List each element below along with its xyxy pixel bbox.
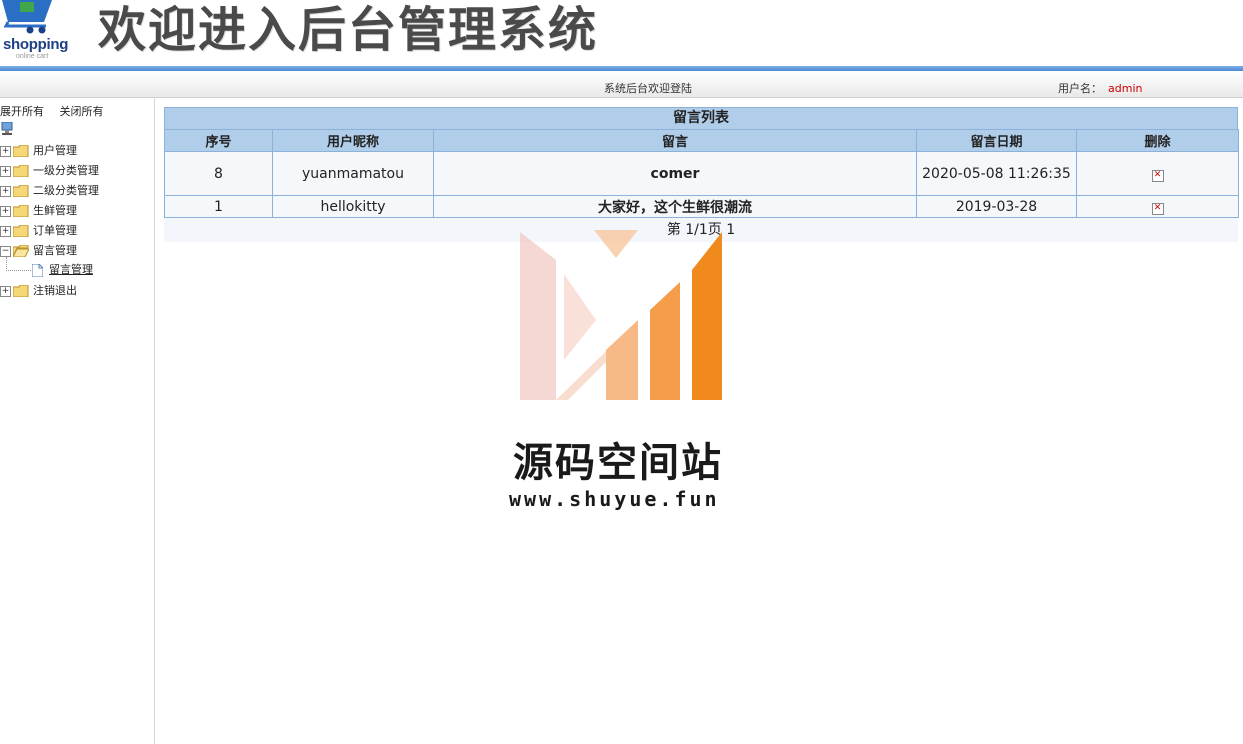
sidebar-item-label[interactable]: 用户管理: [33, 144, 77, 157]
close-all-link[interactable]: 关闭所有: [60, 105, 104, 118]
sidebar-item-logout[interactable]: + 注销退出: [0, 282, 77, 300]
expand-icon[interactable]: +: [0, 145, 11, 157]
tree-controls: 展开所有 关闭所有: [0, 103, 116, 119]
row-date: 2019-03-28: [916, 195, 1077, 218]
folder-icon: [13, 145, 29, 157]
folder-icon: [13, 285, 29, 297]
delete-icon[interactable]: ✕: [1151, 170, 1164, 182]
welcome-text: 系统后台欢迎登陆: [604, 82, 692, 95]
table-row: 8 yuanmamatou comer 2020-05-08 11:26:35 …: [164, 151, 1239, 196]
user-info: 用户名： admin: [1058, 80, 1142, 96]
site-title: 欢迎进入后台管理系统: [98, 2, 599, 58]
expand-all-link[interactable]: 展开所有: [0, 105, 44, 118]
column-header-delete: 删除: [1076, 129, 1239, 152]
column-header-message: 留言: [433, 129, 917, 152]
computer-icon: [1, 122, 13, 135]
row-message: comer: [433, 151, 917, 196]
message-table: 序号 用户昵称 留言 留言日期 删除 8 yuanmamatou comer 2…: [164, 129, 1239, 218]
folder-icon: [13, 205, 29, 217]
sidebar-item-secondary-category[interactable]: + 二级分类管理: [0, 182, 99, 200]
sidebar-item-users[interactable]: + 用户管理: [0, 142, 77, 160]
sidebar-item-label[interactable]: 生鲜管理: [33, 204, 77, 217]
sidebar-item-label[interactable]: 注销退出: [33, 284, 77, 297]
sidebar-subitem-label[interactable]: 留言管理: [49, 263, 93, 276]
row-message: 大家好，这个生鲜很潮流: [433, 195, 917, 218]
info-bar: 系统后台欢迎登陆 用户名： admin: [0, 71, 1243, 98]
expand-icon[interactable]: +: [0, 205, 11, 217]
delete-icon[interactable]: ✕: [1151, 203, 1164, 215]
row-id: 1: [164, 195, 273, 218]
logo-wordmark: shopping: [3, 36, 69, 53]
row-delete-cell: ✕: [1076, 151, 1239, 196]
folder-icon: [13, 185, 29, 197]
cart-icon: [2, 0, 52, 34]
expand-icon[interactable]: +: [0, 185, 11, 197]
column-header-id: 序号: [164, 129, 273, 152]
row-nickname: hellokitty: [272, 195, 434, 218]
header: shopping online cart 欢迎进入后台管理系统: [0, 0, 1243, 66]
row-nickname: yuanmamatou: [272, 151, 434, 196]
column-header-date: 留言日期: [916, 129, 1077, 152]
expand-icon[interactable]: +: [0, 225, 11, 237]
sidebar-subitem-messages[interactable]: 留言管理: [22, 261, 93, 279]
sidebar-tree: 展开所有 关闭所有 + 用户管理 + 一级分类管理 + 二级分类管理 + 生鲜管理 + 订…: [0, 98, 155, 744]
column-header-nickname: 用户昵称: [272, 129, 434, 152]
message-list-panel: 留言列表 序号 用户昵称 留言 留言日期 删除 8 yuanmamatou co…: [164, 107, 1239, 242]
logo-subtitle: online cart: [16, 53, 49, 60]
sidebar-item-fresh[interactable]: + 生鲜管理: [0, 202, 77, 220]
table-row: 1 hellokitty 大家好，这个生鲜很潮流 2019-03-28 ✕: [164, 195, 1239, 218]
folder-open-icon: [13, 245, 29, 257]
list-title: 留言列表: [164, 107, 1238, 129]
folder-icon: [13, 165, 29, 177]
username-label: 用户名：: [1058, 82, 1102, 95]
expand-icon[interactable]: +: [0, 165, 11, 177]
sidebar-item-label[interactable]: 留言管理: [33, 244, 77, 257]
collapse-icon[interactable]: −: [0, 245, 11, 257]
sidebar-item-label[interactable]: 订单管理: [33, 224, 77, 237]
row-id: 8: [164, 151, 273, 196]
folder-icon: [13, 225, 29, 237]
row-delete-cell: ✕: [1076, 195, 1239, 218]
document-icon: [32, 263, 43, 277]
shopping-cart-logo: shopping online cart: [0, 0, 80, 62]
row-date: 2020-05-08 11:26:35: [916, 151, 1077, 196]
sidebar-item-primary-category[interactable]: + 一级分类管理: [0, 162, 99, 180]
table-header-row: 序号 用户昵称 留言 留言日期 删除: [164, 129, 1239, 152]
watermark-name: 源码空间站: [513, 440, 723, 486]
username-value: admin: [1108, 82, 1143, 95]
watermark-logo: [520, 230, 722, 400]
expand-icon[interactable]: +: [0, 285, 11, 297]
sidebar-item-label[interactable]: 一级分类管理: [33, 164, 99, 177]
sidebar-item-label[interactable]: 二级分类管理: [33, 184, 99, 197]
sidebar-item-orders[interactable]: + 订单管理: [0, 222, 77, 240]
watermark-url: www.shuyue.fun: [509, 487, 720, 511]
